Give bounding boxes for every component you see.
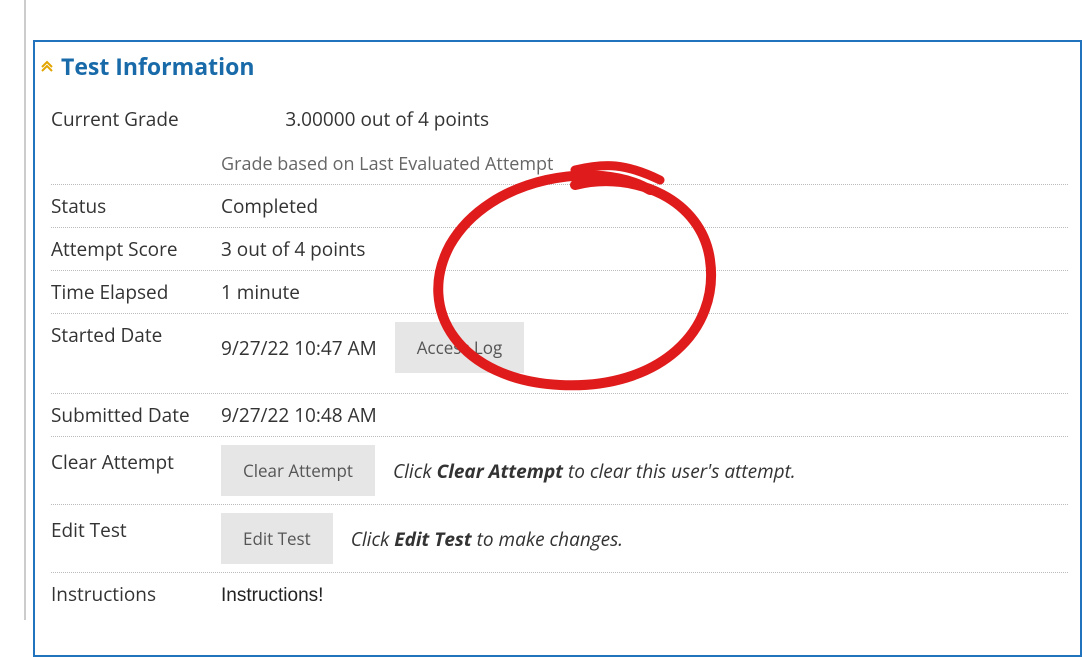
subtext-current-grade: Grade based on Last Evaluated Attempt <box>221 152 553 176</box>
label-edit-test: Edit Test <box>51 513 221 543</box>
panel-title: Test Information <box>61 50 254 82</box>
hint-edit-prefix: Click <box>351 526 395 552</box>
value-attempt-score: 3 out of 4 points <box>221 236 365 262</box>
left-border <box>24 0 26 620</box>
hint-edit-suffix: to make changes. <box>472 526 623 552</box>
panel-content: Current Grade 3.00000 out of 4 points Gr… <box>35 88 1080 655</box>
edit-test-button[interactable]: Edit Test <box>221 513 333 564</box>
value-instructions: Instructions! <box>221 585 323 607</box>
row-status: Status Completed <box>51 185 1068 228</box>
clear-attempt-button[interactable]: Clear Attempt <box>221 445 375 496</box>
row-edit-test: Edit Test Edit Test Click Edit Test to m… <box>51 505 1068 573</box>
value-current-grade: 3.00000 out of 4 points <box>285 106 489 132</box>
row-submitted-date: Submitted Date 9/27/22 10:48 AM <box>51 394 1068 437</box>
label-submitted-date: Submitted Date <box>51 402 221 428</box>
row-current-grade: Current Grade 3.00000 out of 4 points Gr… <box>51 98 1068 185</box>
row-instructions: Instructions Instructions! <box>51 573 1068 615</box>
value-submitted-date: 9/27/22 10:48 AM <box>221 402 377 428</box>
label-instructions: Instructions <box>51 581 221 607</box>
hint-clear-bold: Clear Attempt <box>437 458 563 484</box>
hint-clear-attempt: Click Clear Attempt to clear this user's… <box>393 458 796 484</box>
label-current-grade: Current Grade <box>51 106 221 132</box>
hint-clear-suffix: to clear this user's attempt. <box>563 458 796 484</box>
label-clear-attempt: Clear Attempt <box>51 445 221 475</box>
row-attempt-score: Attempt Score 3 out of 4 points <box>51 228 1068 271</box>
label-time-elapsed: Time Elapsed <box>51 279 221 305</box>
value-time-elapsed: 1 minute <box>221 279 300 305</box>
hint-edit-test: Click Edit Test to make changes. <box>351 526 623 552</box>
value-started-date: 9/27/22 10:47 AM <box>221 335 377 361</box>
panel-header: Test Information <box>35 42 1080 88</box>
hint-edit-bold: Edit Test <box>394 526 471 552</box>
access-log-button[interactable]: Access Log <box>395 322 525 373</box>
row-clear-attempt: Clear Attempt Clear Attempt Click Clear … <box>51 437 1068 505</box>
row-started-date: Started Date 9/27/22 10:47 AM Access Log <box>51 314 1068 394</box>
value-status: Completed <box>221 193 318 219</box>
test-information-panel: Test Information Current Grade 3.00000 o… <box>33 40 1082 657</box>
row-time-elapsed: Time Elapsed 1 minute <box>51 271 1068 314</box>
label-started-date: Started Date <box>51 322 221 348</box>
collapse-icon[interactable] <box>39 58 55 74</box>
label-status: Status <box>51 193 221 219</box>
hint-clear-prefix: Click <box>393 458 437 484</box>
label-attempt-score: Attempt Score <box>51 236 221 262</box>
